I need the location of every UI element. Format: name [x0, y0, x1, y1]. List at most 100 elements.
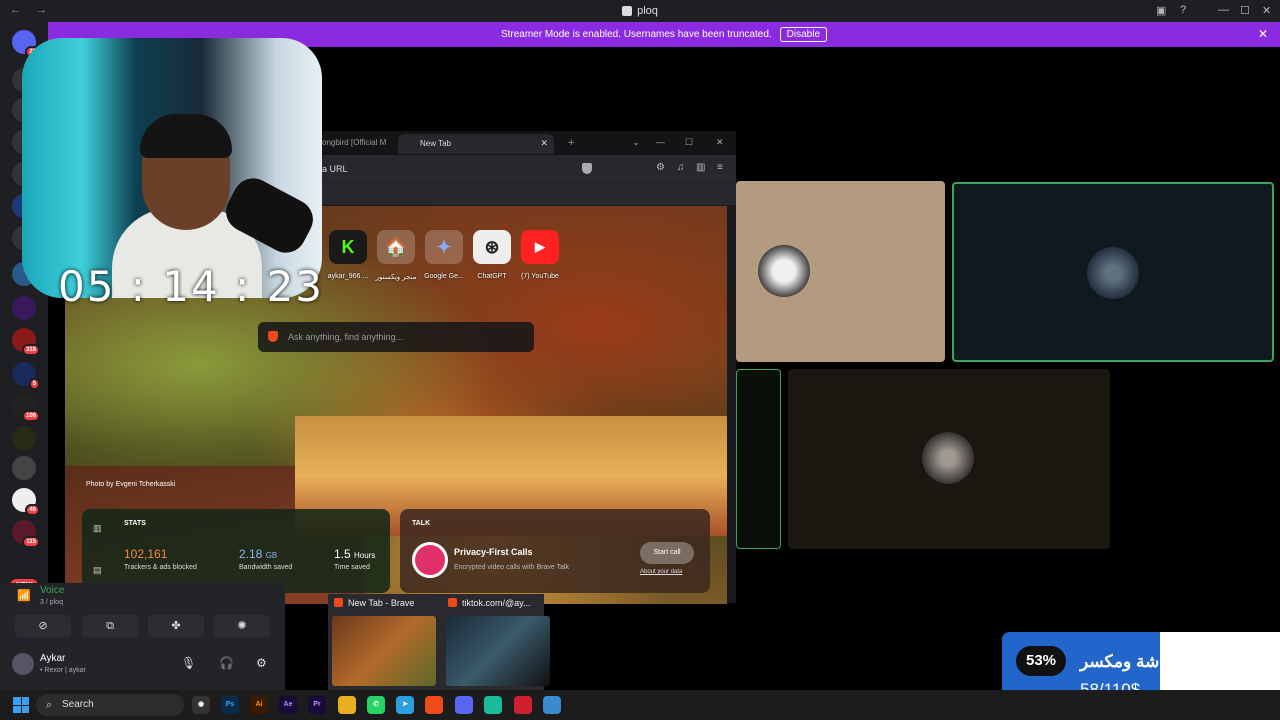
headphones-icon[interactable]: 🎧: [219, 656, 234, 670]
disable-button[interactable]: Disable: [779, 27, 828, 42]
maximize-icon[interactable]: ☐: [685, 137, 693, 148]
user-avatar[interactable]: [12, 653, 34, 675]
address-input[interactable]: a URL: [322, 164, 348, 174]
shortcut-youtube[interactable]: ▶: [521, 230, 559, 264]
shortcut-chatgpt[interactable]: ⊛: [473, 230, 511, 264]
shortcut-store[interactable]: 🏠: [377, 230, 415, 264]
extensions-icon[interactable]: ⚙: [656, 162, 665, 173]
minimize-icon[interactable]: —: [656, 137, 665, 147]
video-tile[interactable]: [788, 369, 1110, 549]
maximize-icon[interactable]: ☐: [1240, 4, 1250, 17]
window-title-group: ploq: [622, 5, 658, 17]
voice-channel[interactable]: 3 / ploq: [40, 599, 63, 606]
help-icon[interactable]: ?: [1180, 4, 1186, 16]
voice-panel: 📶 Voice 3 / ploq ⊘ ⧉ ✤ ✺ Aykar • Rexor |…: [0, 583, 285, 690]
app-icon[interactable]: [484, 696, 502, 714]
video-tile[interactable]: [736, 369, 781, 549]
tab-close-icon[interactable]: ✕: [540, 138, 548, 149]
close-icon[interactable]: ✕: [716, 137, 724, 148]
premiere-icon[interactable]: Pr: [308, 696, 326, 714]
unread-badge: 46: [25, 504, 40, 516]
banner-close-icon[interactable]: ✕: [1258, 27, 1268, 41]
photos-icon[interactable]: [543, 696, 561, 714]
preview-brave[interactable]: New Tab - Brave: [328, 594, 436, 690]
screen-share-icon[interactable]: ⧉: [82, 615, 138, 637]
shortcut-kick[interactable]: K: [329, 230, 367, 264]
user-avatar: [922, 432, 974, 484]
kick-icon: K: [341, 236, 355, 257]
video-tile[interactable]: [736, 181, 945, 362]
tab-strip: ongbird [Official M New Tab ✕ + ⌄ — ☐ ✕: [322, 131, 736, 155]
tab-search-icon[interactable]: ⌄: [632, 137, 640, 148]
sidebar-icon[interactable]: ▥: [696, 162, 705, 173]
minimize-icon[interactable]: —: [1218, 4, 1229, 16]
brave-icon[interactable]: [425, 696, 443, 714]
taskbar-search[interactable]: ⌕ Search: [36, 694, 184, 716]
new-tab-search[interactable]: Ask anything, find anything...: [258, 322, 534, 352]
illustrator-icon[interactable]: Ai: [250, 696, 268, 714]
donation-goal-overlay: 53% ستاند شاشة ومكسر 58/110$: [1002, 632, 1280, 690]
server-icon[interactable]: 106: [12, 394, 40, 422]
chatgpt-icon: ⊛: [484, 236, 500, 257]
store-icon: 🏠: [384, 236, 408, 257]
video-tile-speaking[interactable]: [952, 182, 1274, 362]
server-icon[interactable]: [12, 456, 36, 480]
user-avatar: [1087, 247, 1139, 299]
photoshop-icon[interactable]: Ps: [221, 696, 239, 714]
tab-title: New Tab: [420, 139, 451, 148]
server-icon[interactable]: 46: [12, 488, 40, 516]
shortcut-gemini[interactable]: ✦: [425, 230, 463, 264]
camera-off-icon[interactable]: ⊘: [15, 615, 71, 637]
photo-credit[interactable]: Photo by Evgeni Tcherkasski: [86, 481, 175, 488]
server-icon[interactable]: 5: [12, 362, 40, 390]
start-call-button[interactable]: Start call: [640, 542, 694, 564]
windows-taskbar: ⌕ Search ◉ Ps Ai Ae Pr ✆ ➤: [0, 690, 1280, 720]
server-icon[interactable]: [12, 296, 36, 320]
server-icon[interactable]: 115: [12, 520, 40, 548]
preview-label: tiktok.com/@ay...: [448, 598, 530, 608]
unread-badge: 115: [22, 536, 40, 548]
chrome-icon[interactable]: ◉: [192, 696, 210, 714]
preview-tiktok[interactable]: tiktok.com/@ay...: [442, 594, 550, 690]
media-icon[interactable]: ♫: [677, 162, 685, 173]
preview-image: [332, 616, 436, 686]
talk-heading: TALK: [412, 520, 431, 527]
activities-icon[interactable]: ✤: [148, 615, 204, 637]
widget-toggle-icon[interactable]: ▤: [93, 565, 102, 576]
search-icon: ⌕: [46, 699, 53, 711]
microphone-icon[interactable]: 🎙: [181, 656, 196, 670]
webcam-overlay: [22, 38, 322, 298]
inbox-icon[interactable]: ▣: [1156, 4, 1166, 17]
talk-widget: TALK Privacy-First Calls Encrypted video…: [400, 509, 710, 593]
telegram-icon[interactable]: ➤: [396, 696, 414, 714]
youtube-icon: ▶: [535, 239, 545, 254]
talk-title: Privacy-First Calls: [454, 547, 533, 557]
soundboard-icon[interactable]: ✺: [214, 615, 270, 637]
new-tab-icon[interactable]: +: [568, 137, 574, 149]
menu-icon[interactable]: ≡: [717, 162, 723, 173]
after-effects-icon[interactable]: Ae: [279, 696, 297, 714]
windows-start-icon[interactable]: [13, 697, 29, 713]
shortcut-label: (7) YouTube: [521, 273, 559, 280]
bookmarks-bar: [322, 183, 736, 205]
file-explorer-icon[interactable]: [338, 696, 356, 714]
address-bar[interactable]: a URL ⚙ ♫ ▥ ≡: [322, 155, 736, 183]
tab-new-tab[interactable]: New Tab ✕: [398, 134, 554, 154]
brave-lion-icon: [268, 331, 278, 342]
window-titlebar: ← → ploq ▣ ? — ☐ ✕: [0, 0, 1280, 22]
server-icon[interactable]: [12, 426, 36, 450]
time-value: 1.5 Hours: [334, 547, 376, 561]
gemini-icon: ✦: [436, 236, 452, 257]
discord-icon[interactable]: [455, 696, 473, 714]
close-icon[interactable]: ✕: [1262, 4, 1271, 17]
voice-status[interactable]: Voice: [40, 585, 64, 596]
creative-cloud-icon[interactable]: [514, 696, 532, 714]
brave-shield-icon[interactable]: [582, 163, 592, 174]
tab-songbird[interactable]: ongbird [Official M: [322, 138, 386, 147]
app-icon: [622, 6, 633, 16]
about-data-link[interactable]: About your data: [640, 569, 682, 575]
whatsapp-icon[interactable]: ✆: [367, 696, 385, 714]
settings-gear-icon[interactable]: ⚙: [256, 656, 267, 670]
nav-arrows[interactable]: ← →: [10, 4, 53, 16]
server-icon[interactable]: 318: [12, 328, 40, 356]
